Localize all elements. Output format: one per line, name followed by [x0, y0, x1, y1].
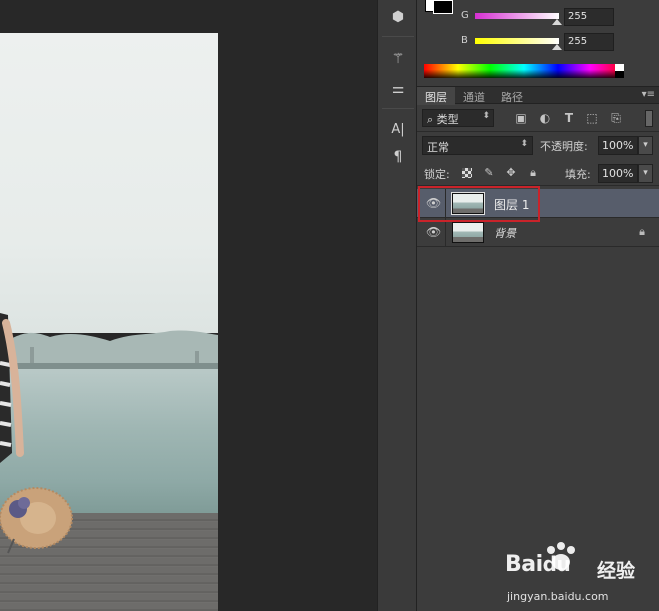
photo-image — [0, 33, 218, 611]
layer-thumbnail[interactable] — [451, 192, 485, 215]
watermark-url: jingyan.baidu.com — [507, 590, 609, 603]
black-white-ramp[interactable] — [615, 64, 624, 78]
right-panel: G 255 B 255 图层 通道 路径 ▾≡ ⌕ 类型 ⬍ ▣ ◐ T ⬚ ⎘… — [417, 0, 659, 611]
color-slider-b: B 255 — [457, 33, 657, 51]
blend-mode-value: 正常 — [427, 141, 449, 154]
g-value-input[interactable]: 255 — [564, 8, 614, 26]
search-icon: ⌕ — [427, 113, 434, 126]
fill-dropdown-icon[interactable]: ▾ — [638, 164, 653, 183]
dock-divider — [382, 36, 414, 37]
layer-row-layer-1[interactable]: 👁︎ 图层 1 — [417, 189, 659, 218]
visibility-eye-icon[interactable]: 👁︎ — [426, 196, 441, 210]
dock-divider — [382, 108, 414, 109]
character-icon[interactable]: A| — [387, 118, 409, 140]
updown-arrows-icon: ⬍ — [482, 111, 490, 121]
lock-all-icon[interactable]: 🔒︎ — [526, 166, 540, 180]
b-value-input[interactable]: 255 — [564, 33, 614, 51]
lock-label: 锁定: — [424, 168, 450, 181]
layer-lock-icon: 🔒︎ — [639, 225, 645, 238]
image-filter-icon[interactable]: ▣ — [513, 110, 529, 126]
slider-track-g[interactable] — [475, 13, 559, 19]
opacity-dropdown-icon[interactable]: ▾ — [638, 136, 653, 155]
slider-track-b[interactable] — [475, 38, 559, 44]
smart-object-filter-icon[interactable]: ⎘ — [608, 110, 624, 126]
blend-mode-select[interactable]: 正常 ⬍ — [422, 136, 533, 155]
layer-row-background[interactable]: 👁︎ 背景 🔒︎ — [417, 218, 659, 247]
watermark-jingyan: 经验 — [597, 560, 636, 582]
color-spectrum-ramp[interactable] — [424, 64, 624, 78]
fill-label: 填充: — [565, 168, 591, 181]
shape-filter-icon[interactable]: ⬚ — [584, 110, 600, 126]
document-canvas[interactable] — [0, 0, 377, 611]
tab-paths[interactable]: 路径 — [493, 87, 531, 105]
layers-panel-tabs: 图层 通道 路径 ▾≡ — [417, 86, 659, 105]
updown-arrows-icon: ⬍ — [520, 139, 528, 149]
tab-layers[interactable]: 图层 — [417, 87, 455, 105]
baidu-jingyan-watermark: Baidu 经验 jingyan.baidu.com — [503, 540, 659, 610]
fill-input[interactable]: 100% — [598, 164, 638, 183]
tab-channels[interactable]: 通道 — [455, 87, 493, 105]
watermark-bai: Bai — [505, 552, 543, 577]
filter-toggle-switch[interactable] — [645, 110, 653, 127]
lock-fill-row: 锁定: ✎ ✥ 🔒︎ 填充: 100% ▾ — [417, 160, 659, 186]
collapsed-panel-dock: ⬢ ⚚ ⚌ A| ¶ — [377, 0, 417, 611]
blend-opacity-row: 正常 ⬍ 不透明度: 100% ▾ — [417, 132, 659, 158]
lock-position-icon[interactable]: ✥ — [504, 166, 518, 180]
background-color-swatch[interactable] — [433, 0, 453, 14]
watermark-brand: Baidu — [505, 552, 571, 577]
panel-menu-icon[interactable]: ▾≡ — [642, 89, 655, 100]
visibility-eye-icon[interactable]: 👁︎ — [426, 225, 441, 239]
slider-label: G — [461, 10, 469, 21]
type-filter-icon[interactable]: T — [561, 110, 577, 126]
color-slider-g: G 255 — [457, 8, 657, 26]
layer-filter-row: ⌕ 类型 ⬍ ▣ ◐ T ⬚ ⎘ — [417, 104, 659, 132]
3d-cube-icon[interactable]: ⬢ — [387, 6, 409, 28]
filter-kind-select[interactable]: ⌕ 类型 ⬍ — [422, 109, 494, 127]
layer-name[interactable]: 图层 1 — [494, 196, 529, 213]
adjustments-icon[interactable]: ⚌ — [387, 78, 409, 100]
layer-thumbnail[interactable] — [452, 222, 484, 243]
layer-name[interactable]: 背景 — [494, 225, 516, 241]
opacity-input[interactable]: 100% — [598, 136, 638, 155]
paragraph-icon[interactable]: ¶ — [387, 146, 409, 168]
slider-thumb[interactable] — [552, 19, 562, 25]
slider-label: B — [461, 35, 468, 46]
lock-image-pixels-icon[interactable]: ✎ — [482, 166, 496, 180]
watermark-du: du — [542, 552, 571, 576]
photo-woman-with-hat — [0, 313, 73, 554]
slider-thumb[interactable] — [552, 44, 562, 50]
opacity-label: 不透明度: — [540, 140, 588, 153]
lock-transparent-pixels-icon[interactable] — [460, 166, 474, 180]
layer-separator — [445, 218, 446, 247]
brush-presets-icon[interactable]: ⚚ — [387, 48, 409, 70]
filter-kind-label: 类型 — [436, 113, 459, 126]
photo-sky — [0, 33, 218, 333]
layer-separator — [445, 189, 446, 218]
adjustment-filter-icon[interactable]: ◐ — [537, 110, 553, 126]
